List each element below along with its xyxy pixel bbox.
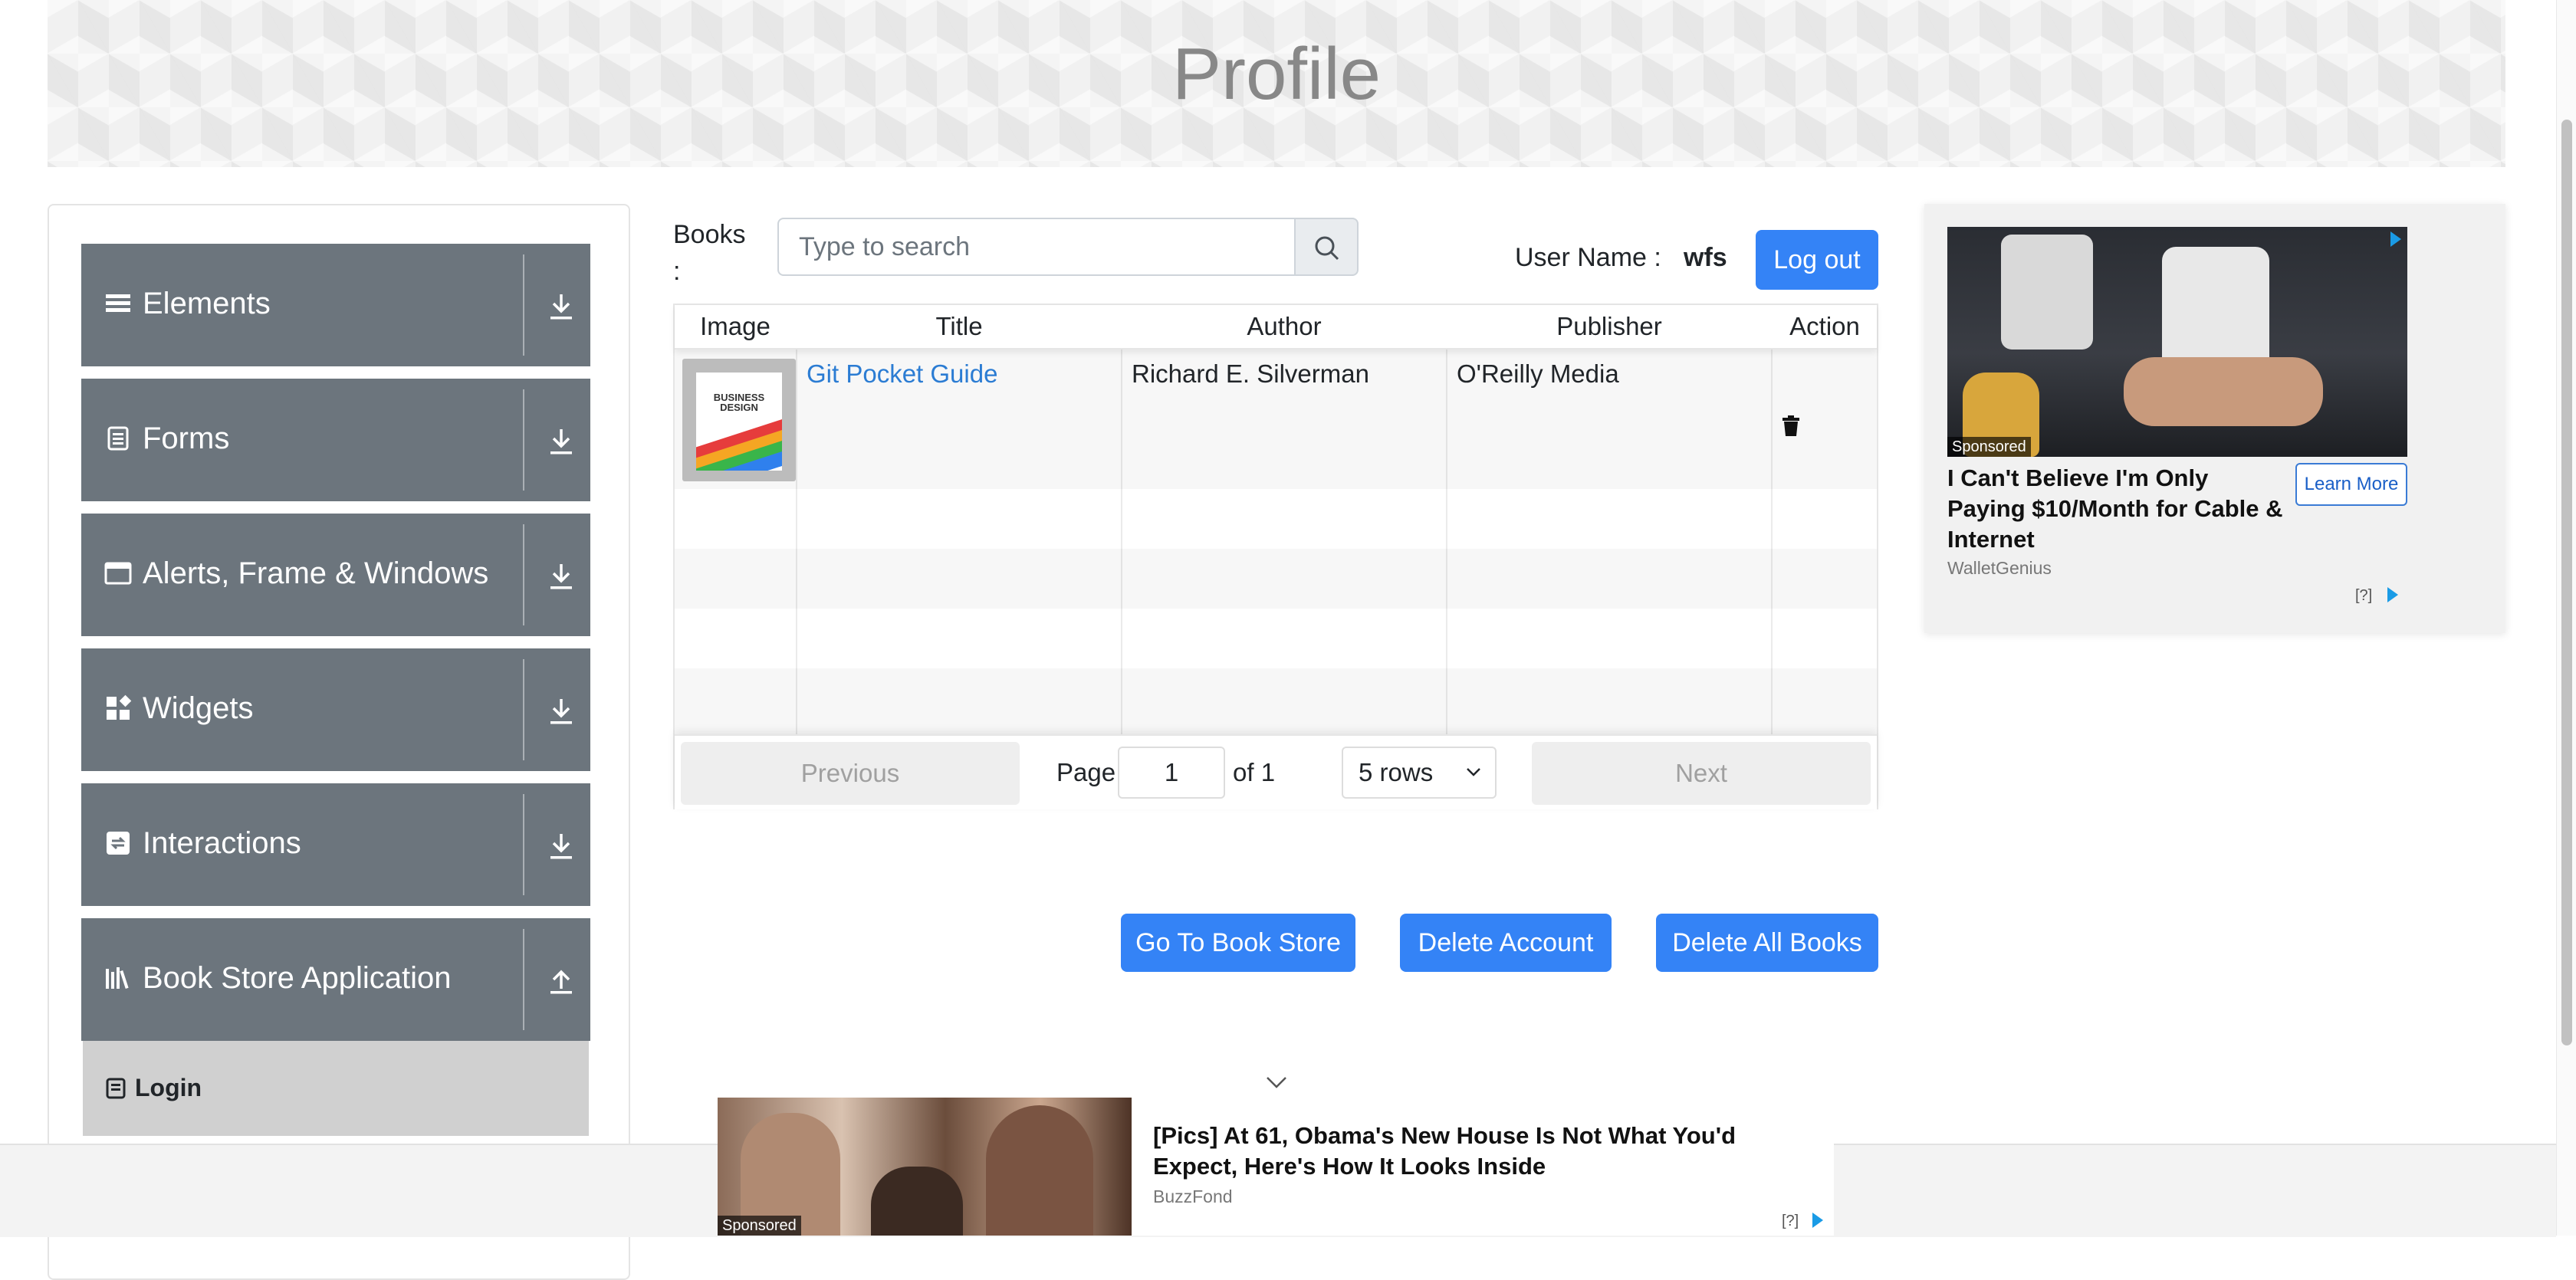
rows-per-page-select[interactable]: 5 rows bbox=[1342, 747, 1497, 799]
sidebar-group-label: Book Store Application bbox=[143, 961, 452, 995]
user-name-label: User Name : bbox=[1515, 243, 1661, 272]
scrollbar[interactable] bbox=[2556, 0, 2576, 1236]
table-row bbox=[675, 609, 1877, 668]
column-header-author[interactable]: Author bbox=[1122, 305, 1446, 348]
ad-source: BuzzFond bbox=[1153, 1186, 1233, 1206]
divider bbox=[523, 929, 524, 1030]
download-icon[interactable] bbox=[547, 561, 575, 592]
ad-headline[interactable]: I Can't Believe I'm Only Paying $10/Mont… bbox=[1947, 463, 2285, 555]
scrollbar-thumb[interactable] bbox=[2561, 120, 2572, 1045]
ad-image[interactable]: Sponsored bbox=[718, 1098, 1132, 1236]
chevron-down-icon[interactable] bbox=[1265, 1075, 1288, 1090]
delete-all-books-button[interactable]: Delete All Books bbox=[1656, 914, 1878, 972]
adchoices-icon[interactable] bbox=[2387, 587, 2398, 602]
download-icon[interactable] bbox=[547, 696, 575, 727]
divider bbox=[523, 389, 524, 491]
adchoices-icon[interactable] bbox=[2390, 231, 2401, 247]
user-name-value: wfs bbox=[1684, 243, 1727, 272]
logout-button[interactable]: Log out bbox=[1756, 230, 1878, 290]
page-banner: Profile bbox=[48, 0, 2505, 167]
divider bbox=[523, 794, 524, 895]
page-number-input[interactable]: 1 bbox=[1118, 747, 1225, 799]
upload-icon[interactable] bbox=[547, 966, 575, 996]
ad-info-link[interactable]: [?] bbox=[1782, 1213, 1799, 1230]
widgets-icon bbox=[107, 694, 132, 720]
sidebar-group-forms[interactable]: Forms bbox=[81, 379, 590, 501]
pagination-bar: Previous Page 1 of 1 5 rows Next bbox=[675, 734, 1877, 809]
sidebar-group-label: Elements bbox=[143, 287, 271, 320]
sidebar-item-login[interactable]: Login bbox=[83, 1041, 589, 1136]
learn-more-button[interactable]: Learn More bbox=[2295, 463, 2407, 506]
divider bbox=[523, 524, 524, 625]
sidebar-group-alerts[interactable]: Alerts, Frame & Windows bbox=[81, 514, 590, 636]
trash-icon[interactable] bbox=[1782, 415, 1800, 437]
go-to-book-store-button[interactable]: Go To Book Store bbox=[1121, 914, 1355, 972]
form-icon bbox=[107, 426, 129, 451]
sidebar-group-label: Forms bbox=[143, 422, 230, 455]
rows-per-page-value: 5 rows bbox=[1359, 758, 1434, 786]
column-header-image[interactable]: Image bbox=[675, 305, 796, 348]
table-header: Image Title Author Publisher Action bbox=[675, 305, 1877, 350]
books-label: Books : bbox=[673, 220, 746, 286]
login-icon bbox=[106, 1078, 126, 1099]
table-row bbox=[675, 549, 1877, 609]
book-cover-image: BUSINESS DESIGN bbox=[682, 359, 796, 481]
page-title: Profile bbox=[1171, 33, 1382, 115]
ad-source: WalletGenius bbox=[1947, 558, 2052, 578]
book-title-link[interactable]: Git Pocket Guide bbox=[807, 357, 997, 391]
search-icon bbox=[1315, 236, 1339, 261]
sidebar-group-widgets[interactable]: Widgets bbox=[81, 648, 590, 771]
adchoices-icon[interactable] bbox=[1812, 1213, 1823, 1228]
sidebar-group-elements[interactable]: Elements bbox=[81, 244, 590, 366]
divider bbox=[523, 254, 524, 356]
search-input[interactable]: Type to search bbox=[777, 218, 1296, 276]
book-author: Richard E. Silverman bbox=[1132, 359, 1369, 388]
book-cover-text: BUSINESS DESIGN bbox=[713, 392, 765, 413]
sidebar-group-label: Alerts, Frame & Windows bbox=[143, 556, 489, 590]
next-button[interactable]: Next bbox=[1532, 742, 1871, 805]
sidebar-item-label: Login bbox=[135, 1074, 202, 1101]
books-table: Image Title Author Publisher Action BUSI… bbox=[673, 304, 1878, 809]
interactions-icon bbox=[107, 832, 130, 855]
search-button[interactable] bbox=[1294, 218, 1359, 276]
book-publisher: O'Reilly Media bbox=[1457, 359, 1619, 388]
sponsored-label: Sponsored bbox=[1947, 437, 2031, 457]
sponsored-label: Sponsored bbox=[718, 1216, 801, 1236]
table-row bbox=[675, 668, 1877, 734]
ad-image[interactable]: Sponsored bbox=[1947, 227, 2407, 457]
previous-button[interactable]: Previous bbox=[681, 742, 1020, 805]
download-icon[interactable] bbox=[547, 291, 575, 322]
menu-icon bbox=[106, 294, 130, 312]
sidebar-group-label: Interactions bbox=[143, 826, 301, 860]
window-icon bbox=[104, 562, 132, 585]
table-row: BUSINESS DESIGN Git Pocket Guide Richard… bbox=[675, 350, 1877, 489]
delete-account-button[interactable]: Delete Account bbox=[1400, 914, 1612, 972]
page-label: Page bbox=[1056, 758, 1116, 786]
advertisement-right[interactable]: Sponsored I Can't Believe I'm Only Payin… bbox=[1924, 204, 2505, 633]
divider bbox=[523, 659, 524, 760]
table-row bbox=[675, 489, 1877, 549]
sidebar-group-book-store[interactable]: Book Store Application bbox=[81, 918, 590, 1041]
advertisement-bottom[interactable]: Sponsored [Pics] At 61, Obama's New Hous… bbox=[718, 1098, 1834, 1236]
column-header-publisher[interactable]: Publisher bbox=[1447, 305, 1771, 348]
download-icon[interactable] bbox=[547, 831, 575, 862]
column-header-title[interactable]: Title bbox=[797, 305, 1121, 348]
sidebar-group-label: Widgets bbox=[143, 691, 254, 725]
books-icon bbox=[106, 967, 129, 990]
page-total: of 1 bbox=[1233, 758, 1276, 786]
chevron-down-icon bbox=[1467, 768, 1480, 776]
column-header-action[interactable]: Action bbox=[1773, 305, 1877, 348]
sidebar: Elements Forms Alerts, Frame & Windows W… bbox=[48, 204, 630, 1280]
ad-info-link[interactable]: [?] bbox=[2355, 587, 2372, 605]
download-icon[interactable] bbox=[547, 426, 575, 457]
ad-headline[interactable]: [Pics] At 61, Obama's New House Is Not W… bbox=[1153, 1121, 1805, 1182]
sidebar-group-interactions[interactable]: Interactions bbox=[81, 783, 590, 906]
